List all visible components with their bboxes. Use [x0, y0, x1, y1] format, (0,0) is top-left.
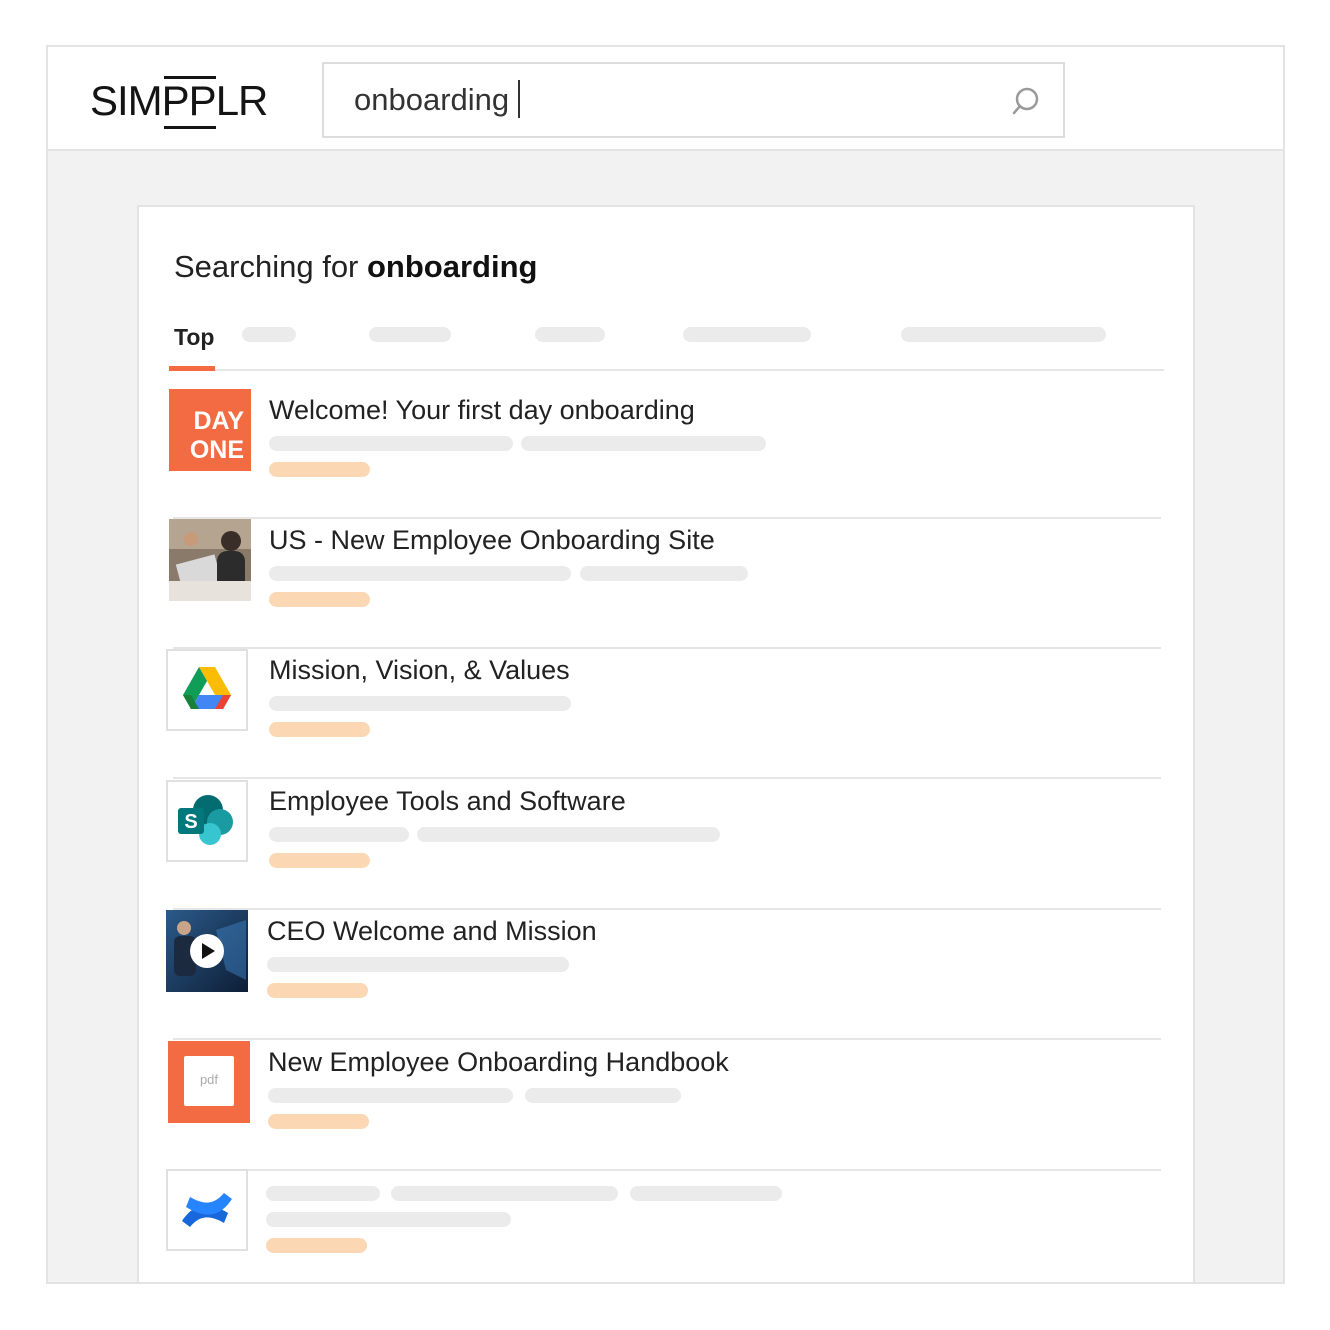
- placeholder-line: [266, 1186, 380, 1201]
- result-item[interactable]: [166, 1169, 1161, 1282]
- result-item[interactable]: US - New Employee Onboarding Site: [169, 519, 1161, 649]
- placeholder-tag: [269, 722, 370, 737]
- tab-placeholder[interactable]: [683, 327, 811, 342]
- result-item[interactable]: S Employee Tools and Software: [166, 780, 1161, 910]
- result-title[interactable]: CEO Welcome and Mission: [267, 916, 597, 947]
- placeholder-line: [269, 696, 571, 711]
- placeholder-line: [269, 436, 513, 451]
- results-heading: Searching for onboarding: [174, 249, 537, 285]
- placeholder-line: [525, 1088, 681, 1103]
- text-cursor: [518, 80, 520, 118]
- result-title[interactable]: Employee Tools and Software: [269, 786, 626, 817]
- result-item[interactable]: Mission, Vision, & Values: [166, 649, 1161, 779]
- tab-placeholder[interactable]: [535, 327, 605, 342]
- result-item[interactable]: pdf New Employee Onboarding Handbook: [168, 1041, 1161, 1171]
- result-title[interactable]: Mission, Vision, & Values: [269, 655, 570, 686]
- search-icon[interactable]: [1011, 86, 1041, 116]
- placeholder-tag: [269, 853, 370, 868]
- placeholder-line: [630, 1186, 782, 1201]
- row-divider: [173, 777, 1161, 779]
- placeholder-tag: [269, 592, 370, 607]
- simpplr-logo[interactable]: SIMPPLR: [90, 75, 269, 129]
- thumb-text: ONE: [189, 436, 244, 464]
- result-title[interactable]: US - New Employee Onboarding Site: [269, 525, 715, 556]
- google-drive-icon: [183, 667, 231, 709]
- video-icon: [166, 910, 248, 992]
- placeholder-line: [580, 566, 748, 581]
- result-item[interactable]: DAY ONE Welcome! Your first day onboardi…: [169, 389, 1161, 519]
- search-input[interactable]: [354, 78, 994, 122]
- logo-text-end: LR: [215, 77, 269, 124]
- placeholder-line: [417, 827, 720, 842]
- search-box[interactable]: [322, 62, 1065, 138]
- confluence-thumbnail: [166, 1169, 248, 1251]
- placeholder-tag: [268, 1114, 369, 1129]
- video-thumbnail: [166, 910, 248, 992]
- google-drive-thumbnail: [166, 649, 248, 731]
- placeholder-line: [269, 566, 571, 581]
- placeholder-tag: [266, 1238, 367, 1253]
- active-tab-indicator: [169, 366, 215, 371]
- result-item[interactable]: CEO Welcome and Mission: [166, 910, 1161, 1040]
- tab-placeholder[interactable]: [901, 327, 1106, 342]
- sharepoint-thumbnail: S: [166, 780, 248, 862]
- row-divider: [173, 1038, 1161, 1040]
- result-title[interactable]: Welcome! Your first day onboarding: [269, 395, 695, 426]
- thumb-text: DAY: [193, 407, 245, 435]
- tab-placeholder[interactable]: [242, 327, 296, 342]
- logo-text-middle: PP: [162, 75, 217, 129]
- confluence-icon: [182, 1193, 232, 1227]
- placeholder-tag: [269, 462, 370, 477]
- pdf-icon: pdf: [184, 1056, 234, 1106]
- heading-query: onboarding: [367, 249, 538, 284]
- app-window: SIMPPLR Searching for onboarding Top DAY: [46, 45, 1285, 1284]
- logo-text-start: SIM: [90, 77, 163, 124]
- sharepoint-icon: S: [178, 795, 233, 845]
- top-bar: SIMPPLR: [48, 47, 1283, 151]
- placeholder-line: [267, 957, 569, 972]
- sharepoint-letter: S: [184, 811, 197, 833]
- placeholder-line: [268, 1088, 513, 1103]
- tab-placeholder[interactable]: [369, 327, 451, 342]
- pdf-thumbnail: pdf: [168, 1041, 250, 1123]
- people-photo-icon: [169, 519, 251, 601]
- result-title[interactable]: New Employee Onboarding Handbook: [268, 1047, 729, 1078]
- placeholder-tag: [267, 983, 368, 998]
- search-results-panel: Searching for onboarding Top DAY ONE Wel…: [137, 205, 1195, 1282]
- photo-thumbnail: [169, 519, 251, 601]
- result-tabs: Top: [169, 319, 1164, 371]
- day-one-thumbnail: DAY ONE: [169, 389, 251, 471]
- placeholder-line: [521, 436, 766, 451]
- tab-top[interactable]: Top: [174, 324, 214, 351]
- placeholder-line: [266, 1212, 511, 1227]
- placeholder-line: [269, 827, 409, 842]
- heading-prefix: Searching for: [174, 249, 367, 284]
- placeholder-line: [391, 1186, 618, 1201]
